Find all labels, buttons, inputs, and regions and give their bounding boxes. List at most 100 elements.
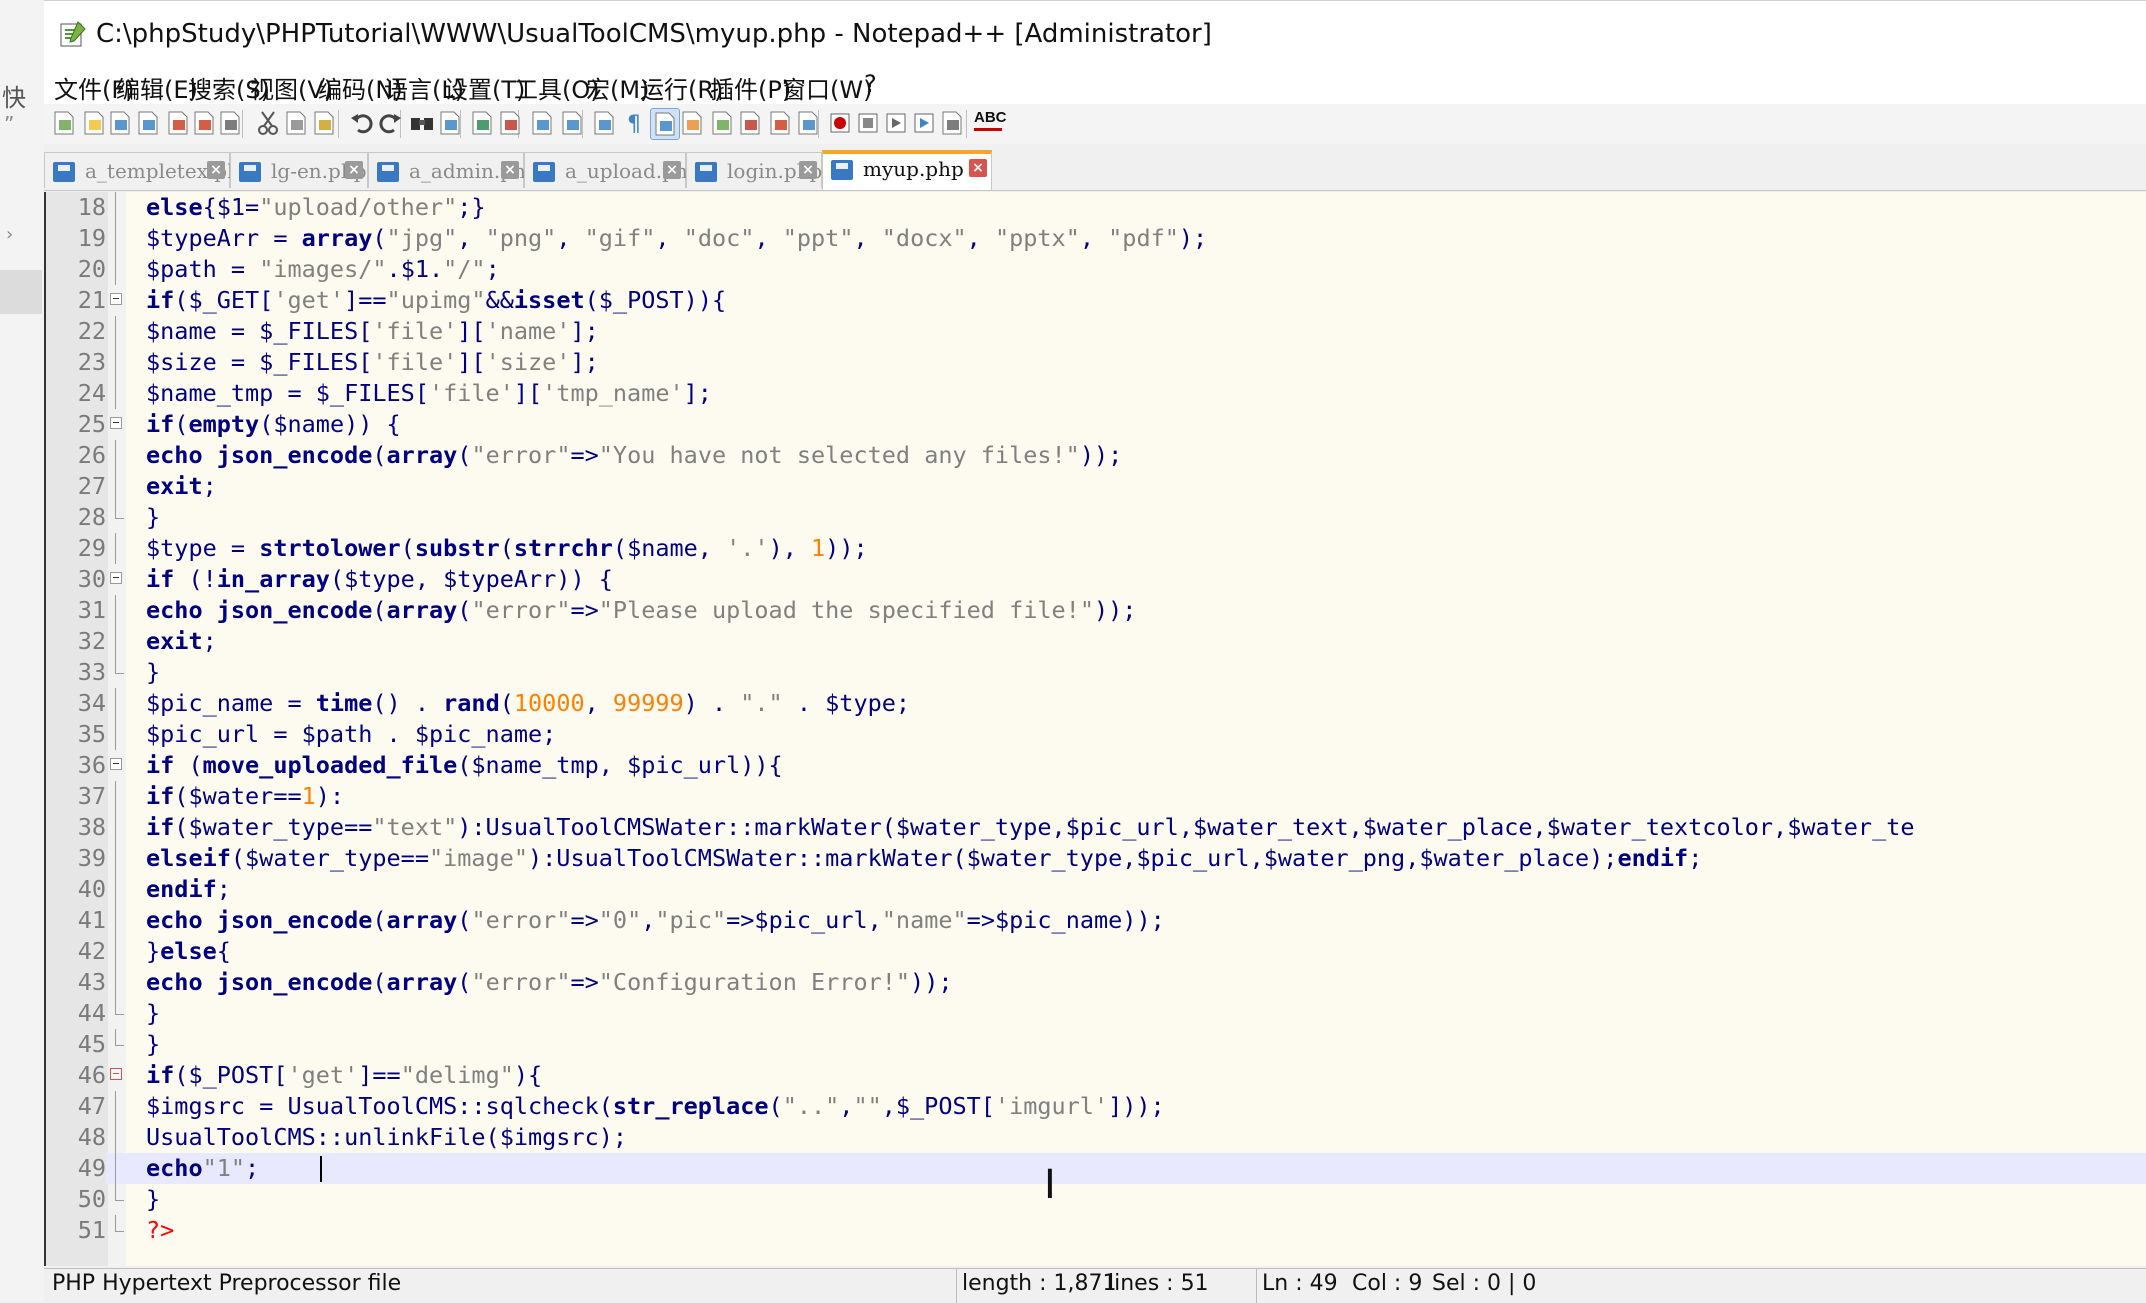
find-button[interactable] — [408, 108, 436, 138]
tab-lg-en-php[interactable]: lg-en.php × — [230, 152, 368, 188]
code-line[interactable]: 36 if (move_uploaded_file($name_tmp, $pic… — [46, 750, 2146, 781]
code-line[interactable]: 44} — [46, 998, 2146, 1029]
close-tab-icon[interactable]: × — [969, 159, 987, 177]
close-tab-icon[interactable]: × — [501, 161, 519, 179]
code-line[interactable]: 34 $pic_name = time() . rand(10000, 99999… — [46, 688, 2146, 719]
code-line[interactable]: 49 echo"1"; — [46, 1153, 2146, 1184]
code-line[interactable]: 21 if($_GET['get']=="upimg"&&isset($_POST… — [46, 285, 2146, 316]
code-line[interactable]: 37 if($water==1): — [46, 781, 2146, 812]
code-line[interactable]: 30 if (!in_array($type, $typeArr)) { — [46, 564, 2146, 595]
code-line[interactable]: 42}else{ — [46, 936, 2146, 967]
code-line[interactable]: 23 $size = $_FILES['file']['size']; — [46, 347, 2146, 378]
redo-button[interactable] — [376, 108, 404, 138]
stop-record-button[interactable] — [854, 108, 882, 138]
word-wrap-button[interactable] — [590, 108, 618, 138]
save-status-icon — [695, 162, 717, 182]
close-tab-icon[interactable]: × — [799, 161, 817, 179]
code-line[interactable]: 18 else{$1="upload/other";} — [46, 192, 2146, 223]
save-button[interactable] — [106, 108, 134, 138]
fold-toggle-icon[interactable] — [110, 758, 122, 770]
line-number: 51 — [46, 1215, 106, 1246]
code-line[interactable]: 28} — [46, 502, 2146, 533]
close-all-button[interactable] — [190, 108, 218, 138]
new-button[interactable] — [50, 108, 78, 138]
code-line[interactable]: 31 echo json_encode(array("error"=>"Pleas… — [46, 595, 2146, 626]
copy-button[interactable] — [282, 108, 310, 138]
code-token: ][ — [457, 317, 486, 345]
user-defined-lang-icon — [682, 111, 702, 135]
code-line[interactable]: 29 $type = strtolower(substr(strrchr($nam… — [46, 533, 2146, 564]
run-macro-multiple-button[interactable] — [910, 108, 938, 138]
open-button[interactable] — [80, 108, 108, 138]
code-token: )); — [1079, 441, 1123, 469]
paste-button[interactable] — [310, 108, 338, 138]
title-bar[interactable]: C:\phpStudy\PHPTutorial\WWW\UsualToolCMS… — [44, 0, 2146, 71]
save-icon — [110, 111, 130, 135]
fold-toggle-icon[interactable] — [110, 293, 122, 305]
sync-horizontal-button[interactable] — [558, 108, 586, 138]
toolbar: ¶ ABC — [44, 104, 2146, 144]
code-line[interactable]: 48 UsualToolCMS::unlinkFile($imgsrc); — [46, 1122, 2146, 1153]
zoom-out-button[interactable] — [496, 108, 524, 138]
tab-a-templetex-php[interactable]: a_templetex.php × — [44, 152, 253, 188]
spell-check-button[interactable]: ABC — [974, 108, 1007, 138]
code-line[interactable]: 50} — [46, 1184, 2146, 1215]
code-token: } — [146, 1030, 161, 1058]
close-tab-icon[interactable]: × — [663, 161, 681, 179]
code-line[interactable]: 35 $pic_url = $path . $pic_name; — [46, 719, 2146, 750]
code-line[interactable]: 38 if($water_type=="text"):UsualToolCMSWa… — [46, 812, 2146, 843]
code-line[interactable]: 33} — [46, 657, 2146, 688]
function-list-button[interactable] — [736, 108, 764, 138]
fold-toggle-icon[interactable] — [110, 417, 122, 429]
code-line[interactable]: 47 $imgsrc = UsualToolCMS::sqlcheck(str_r… — [46, 1091, 2146, 1122]
save-all-button[interactable] — [134, 108, 162, 138]
print-button[interactable] — [216, 108, 244, 138]
record-macro-button[interactable] — [826, 108, 854, 138]
close-button[interactable] — [164, 108, 192, 138]
code-line[interactable]: 45} — [46, 1029, 2146, 1060]
code-line[interactable]: 20 $path = "images/".$1."/"; — [46, 254, 2146, 285]
code-line[interactable]: 41 echo json_encode(array("error"=>"0","p… — [46, 905, 2146, 936]
code-line[interactable]: 46 if($_POST['get']=="delimg"){ — [46, 1060, 2146, 1091]
tab-login-php[interactable]: login.php × — [686, 152, 822, 188]
tab-myup-php[interactable]: myup.php × — [822, 150, 992, 190]
zoom-in-button[interactable] — [468, 108, 496, 138]
cut-button[interactable] — [254, 108, 282, 138]
code-line[interactable]: 24 $name_tmp = $_FILES['file']['tmp_name'… — [46, 378, 2146, 409]
tab-a-upload-php[interactable]: a_upload.php × — [524, 152, 701, 188]
code-line[interactable]: 19 $typeArr = array("jpg", "png", "gif", … — [46, 223, 2146, 254]
menu-item[interactable]: 窗口(W) — [780, 70, 874, 105]
close-tab-icon[interactable]: × — [345, 161, 363, 179]
code-editor[interactable]: 18 else{$1="upload/other";} 19 $typeArr = a… — [44, 192, 2146, 1266]
sync-vertical-button[interactable] — [528, 108, 556, 138]
indent-guide-button[interactable] — [650, 108, 680, 140]
save-status-icon — [53, 162, 75, 182]
folder-workspace-button[interactable] — [766, 108, 794, 138]
undo-button[interactable] — [348, 108, 376, 138]
code-line[interactable]: 51 ?> — [46, 1215, 2146, 1246]
code-line[interactable]: 32 exit; — [46, 626, 2146, 657]
code-text: if($_GET['get']=="upimg"&&isset($_POST))… — [146, 285, 726, 316]
play-macro-button[interactable] — [882, 108, 910, 138]
menu-item[interactable]: ? — [862, 70, 879, 98]
fold-toggle-icon[interactable] — [110, 1068, 122, 1080]
toolbar-separator — [338, 110, 339, 138]
code-line[interactable]: 25 if(empty($name)) { — [46, 409, 2146, 440]
doc-map-button[interactable] — [708, 108, 736, 138]
monitor-button[interactable] — [794, 108, 822, 138]
show-all-chars-button[interactable]: ¶ — [620, 108, 648, 138]
code-token: "Configuration Error!" — [598, 968, 911, 996]
code-line[interactable]: 39 elseif($water_type=="image"):UsualTool… — [46, 843, 2146, 874]
code-line[interactable]: 26 echo json_encode(array("error"=>"You h… — [46, 440, 2146, 471]
code-line[interactable]: 22 $name = $_FILES['file']['name']; — [46, 316, 2146, 347]
code-line[interactable]: 27 exit; — [46, 471, 2146, 502]
tab-a-admin-php[interactable]: a_admin.php × — [368, 152, 539, 188]
fold-toggle-icon[interactable] — [110, 572, 122, 584]
code-line[interactable]: 43 echo json_encode(array("error"=>"Confi… — [46, 967, 2146, 998]
close-tab-icon[interactable]: × — [207, 161, 225, 179]
code-line[interactable]: 40 endif; — [46, 874, 2146, 905]
replace-button[interactable] — [436, 108, 464, 138]
code-token: echo — [146, 1154, 203, 1182]
user-defined-lang-button[interactable] — [678, 108, 706, 138]
save-macro-button[interactable] — [938, 108, 966, 138]
